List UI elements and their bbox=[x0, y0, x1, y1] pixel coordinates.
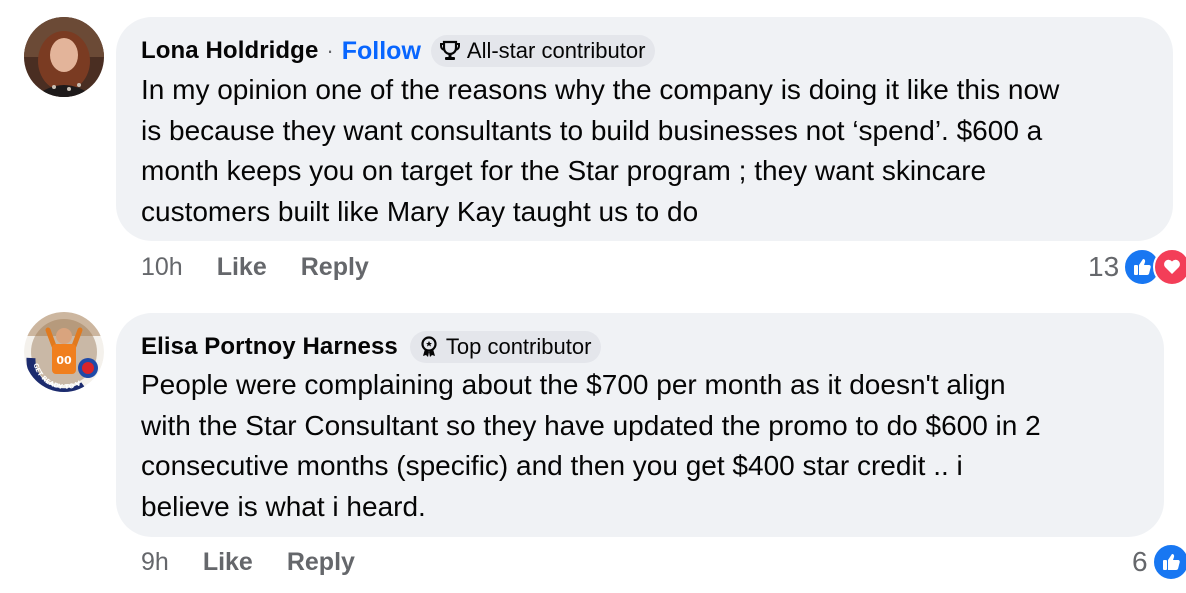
comment-line: consecutive months (specific) and then y… bbox=[141, 450, 963, 481]
avatar[interactable]: 00 GET READY TO VOTE bbox=[24, 312, 104, 392]
love-icon bbox=[1153, 248, 1186, 286]
top-contributor-icon bbox=[421, 336, 437, 357]
like-button[interactable]: Like bbox=[203, 548, 253, 577]
comment-actions: 9h Like Reply bbox=[141, 548, 389, 577]
comment-line: believe is what i heard. bbox=[141, 490, 426, 522]
reaction-count: 6 bbox=[1132, 546, 1148, 577]
reply-button[interactable]: Reply bbox=[301, 253, 369, 282]
comment-text: People were complaining about the $700 p… bbox=[141, 365, 1041, 527]
comment-header: Elisa Portnoy Harness Top contributor bbox=[141, 331, 602, 363]
trophy-icon bbox=[439, 40, 460, 60]
reaction-summary[interactable]: 6 bbox=[1132, 543, 1186, 581]
author-name[interactable]: Lona Holdridge bbox=[141, 37, 318, 65]
svg-text:00: 00 bbox=[56, 354, 72, 367]
author-name[interactable]: Elisa Portnoy Harness bbox=[141, 333, 398, 361]
comment-bubble: Elisa Portnoy Harness Top contributor Pe… bbox=[116, 313, 1164, 537]
timestamp[interactable]: 10h bbox=[141, 253, 183, 282]
reaction-summary[interactable]: 13 bbox=[1088, 248, 1186, 286]
comment-header: Lona Holdridge · Follow All-star contrib… bbox=[141, 35, 656, 67]
comment-line: customers built like Mary Kay taught us … bbox=[141, 195, 699, 227]
reply-button[interactable]: Reply bbox=[287, 548, 355, 577]
comment-bubble: Lona Holdridge · Follow All-star contrib… bbox=[116, 17, 1173, 241]
comment-line: with the Star Consultant so they have up… bbox=[141, 409, 1041, 441]
like-icon bbox=[1151, 543, 1186, 581]
badge-label: Top contributor bbox=[445, 334, 592, 359]
contributor-badge[interactable]: Top contributor bbox=[409, 331, 602, 363]
timestamp[interactable]: 9h bbox=[141, 548, 169, 577]
separator-dot: · bbox=[326, 38, 334, 63]
comment-line: is because they want consultants to buil… bbox=[141, 114, 1043, 146]
follow-button[interactable]: Follow bbox=[342, 37, 421, 66]
avatar[interactable] bbox=[24, 17, 104, 97]
comment-text: In my opinion one of the reasons why the… bbox=[141, 70, 1059, 232]
like-button[interactable]: Like bbox=[217, 253, 267, 282]
comment-line: People were complaining about the $700 p… bbox=[141, 369, 1006, 400]
badge-label: All-star contributor bbox=[466, 38, 646, 63]
reaction-count: 13 bbox=[1088, 251, 1120, 282]
comment-actions: 10h Like Reply bbox=[141, 253, 403, 282]
contributor-badge[interactable]: All-star contributor bbox=[430, 35, 656, 67]
comment-line: month keeps you on target for the Star p… bbox=[141, 155, 987, 186]
comment-line: In my opinion one of the reasons why the… bbox=[141, 74, 1060, 105]
